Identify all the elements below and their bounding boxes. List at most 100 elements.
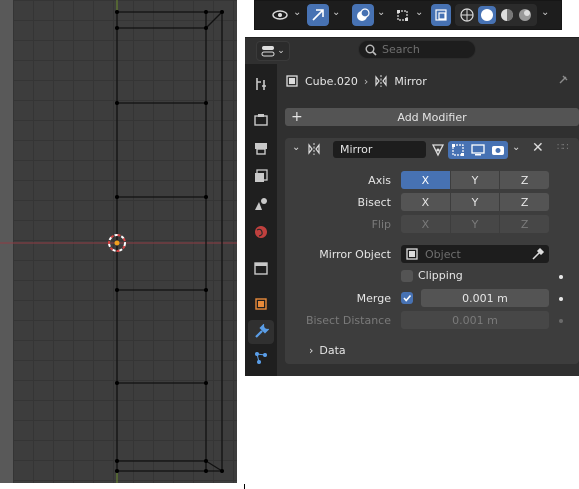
solid-shading-icon[interactable] <box>478 6 496 24</box>
checkmark-icon <box>403 294 412 302</box>
bisect-x-toggle[interactable]: X <box>401 193 451 211</box>
object-data-icon <box>406 248 418 260</box>
flip-y-toggle[interactable]: Y <box>450 215 501 233</box>
edit-cage-icon[interactable] <box>428 141 448 159</box>
collection-icon <box>254 262 268 275</box>
edit-mode-toggle-icon[interactable] <box>448 141 468 159</box>
tab-tool[interactable] <box>248 72 274 96</box>
close-icon[interactable]: ✕ <box>532 140 544 156</box>
search-placeholder: Search <box>382 43 420 56</box>
tab-world[interactable] <box>248 220 274 244</box>
axis-y-toggle[interactable]: Y <box>450 171 501 189</box>
flip-x-toggle[interactable]: X <box>401 215 451 233</box>
keyframe-dot-icon[interactable] <box>559 297 563 301</box>
tab-scene[interactable] <box>248 192 274 216</box>
mirror-modifier-icon <box>308 143 320 155</box>
scene-icon <box>255 198 267 210</box>
wrench-icon <box>255 324 269 338</box>
view-layer-icon <box>255 169 268 182</box>
chevron-down-icon[interactable]: ⌄ <box>415 7 423 18</box>
chevron-down-icon: ⌄ <box>277 46 285 56</box>
merge-label: Merge <box>356 292 391 305</box>
keyframe-dot-icon <box>559 319 563 323</box>
mesh-vertices <box>115 10 224 473</box>
viewport-display-icon[interactable] <box>468 141 488 159</box>
chevron-down-icon[interactable]: ⌄ <box>332 7 340 18</box>
add-modifier-label: Add Modifier <box>397 110 467 124</box>
breadcrumb-object: Cube.020 <box>305 74 358 88</box>
world-icon <box>255 226 267 238</box>
mirror-object-placeholder: Object <box>425 247 461 261</box>
flip-label: Flip <box>371 218 391 231</box>
divider-mark <box>244 484 245 489</box>
tab-particles[interactable] <box>248 346 274 370</box>
pin-icon[interactable] <box>557 74 569 89</box>
particles-icon <box>255 352 267 364</box>
tab-modifiers[interactable] <box>248 320 274 344</box>
viewport-canvas[interactable] <box>0 0 237 483</box>
tab-render[interactable] <box>248 108 274 132</box>
merge-distance-field[interactable]: 0.001 m <box>421 289 549 307</box>
bisect-label: Bisect <box>357 196 391 209</box>
modifier-visibility-toggles <box>428 141 508 159</box>
tab-object[interactable] <box>248 292 274 316</box>
bisect-toggle-group: X Y Z <box>401 193 549 211</box>
shading-modes-icon[interactable] <box>455 4 537 26</box>
data-subpanel-label: Data <box>319 344 346 357</box>
object-data-icon <box>286 75 298 87</box>
add-modifier-button[interactable]: + Add Modifier <box>285 108 579 126</box>
bisect-y-toggle[interactable]: Y <box>450 193 501 211</box>
tab-view-layer[interactable] <box>248 164 274 188</box>
render-camera-icon[interactable] <box>488 141 508 159</box>
clipping-checkbox[interactable] <box>401 269 413 282</box>
search-icon <box>365 44 377 56</box>
breadcrumb-modifier: Mirror <box>394 74 427 88</box>
render-icon <box>254 114 268 126</box>
breadcrumb-separator-icon: › <box>363 74 369 88</box>
plus-icon: + <box>291 109 303 125</box>
chevron-down-icon[interactable]: ⌄ <box>293 7 301 18</box>
axis-x-toggle[interactable]: X <box>401 171 451 189</box>
mirror-modifier-panel: ⌄ Mirror ⌄ ✕ ∷∷ Axis X Y Z Bisect X Y Z … <box>285 138 579 364</box>
chevron-down-icon[interactable]: ⌄ <box>377 7 385 18</box>
gizmo-icon[interactable] <box>307 4 329 26</box>
mesh-edit-overlays-icon[interactable] <box>393 4 413 26</box>
xray-icon[interactable] <box>431 4 451 26</box>
mirror-modifier-icon <box>375 75 387 87</box>
chevron-down-icon[interactable]: ⌄ <box>541 7 549 18</box>
object-icon <box>255 298 267 310</box>
overlays-icon[interactable] <box>352 4 374 26</box>
collapse-chevron-icon[interactable]: ⌄ <box>292 142 300 153</box>
chevron-down-icon[interactable]: ⌄ <box>512 142 520 153</box>
keyframe-dot-icon[interactable] <box>559 275 563 279</box>
mirror-object-field[interactable]: Object <box>401 245 549 263</box>
modifier-header: ⌄ Mirror ⌄ ✕ ∷∷ <box>285 138 579 162</box>
tab-collection[interactable] <box>248 256 274 280</box>
bisect-distance-field[interactable]: 0.001 m <box>401 311 549 329</box>
breadcrumb: Cube.020 › Mirror <box>285 72 427 90</box>
search-input[interactable]: Search <box>358 40 476 59</box>
modifier-name-field[interactable]: Mirror <box>333 141 426 158</box>
3d-viewport[interactable] <box>0 0 237 483</box>
properties-header: ⌄ Search <box>245 38 579 64</box>
tool-icon <box>256 78 266 90</box>
properties-editor-icon <box>261 46 275 57</box>
axis-z-toggle[interactable]: Z <box>500 171 549 189</box>
bisect-z-toggle[interactable]: Z <box>500 193 549 211</box>
merge-checkbox[interactable] <box>401 292 413 304</box>
bisect-distance-label: Bisect Distance <box>305 314 391 327</box>
clipping-checkbox-row[interactable]: Clipping <box>401 269 463 282</box>
eye-icon[interactable] <box>269 4 291 26</box>
flip-toggle-group: X Y Z <box>401 215 549 233</box>
flip-z-toggle[interactable]: Z <box>500 215 549 233</box>
material-shading-icon <box>501 9 513 21</box>
drag-handle-icon[interactable]: ∷∷ <box>557 142 569 153</box>
tab-output[interactable] <box>248 136 274 160</box>
data-subpanel-header[interactable]: › Data <box>309 344 346 357</box>
editor-type-button[interactable]: ⌄ <box>256 41 290 61</box>
chevron-right-icon: › <box>309 344 314 357</box>
axis-toggle-group: X Y Z <box>401 171 549 189</box>
mesh-wireframe <box>116 11 223 472</box>
rendered-shading-icon <box>519 9 531 21</box>
properties-tabs <box>245 64 277 376</box>
